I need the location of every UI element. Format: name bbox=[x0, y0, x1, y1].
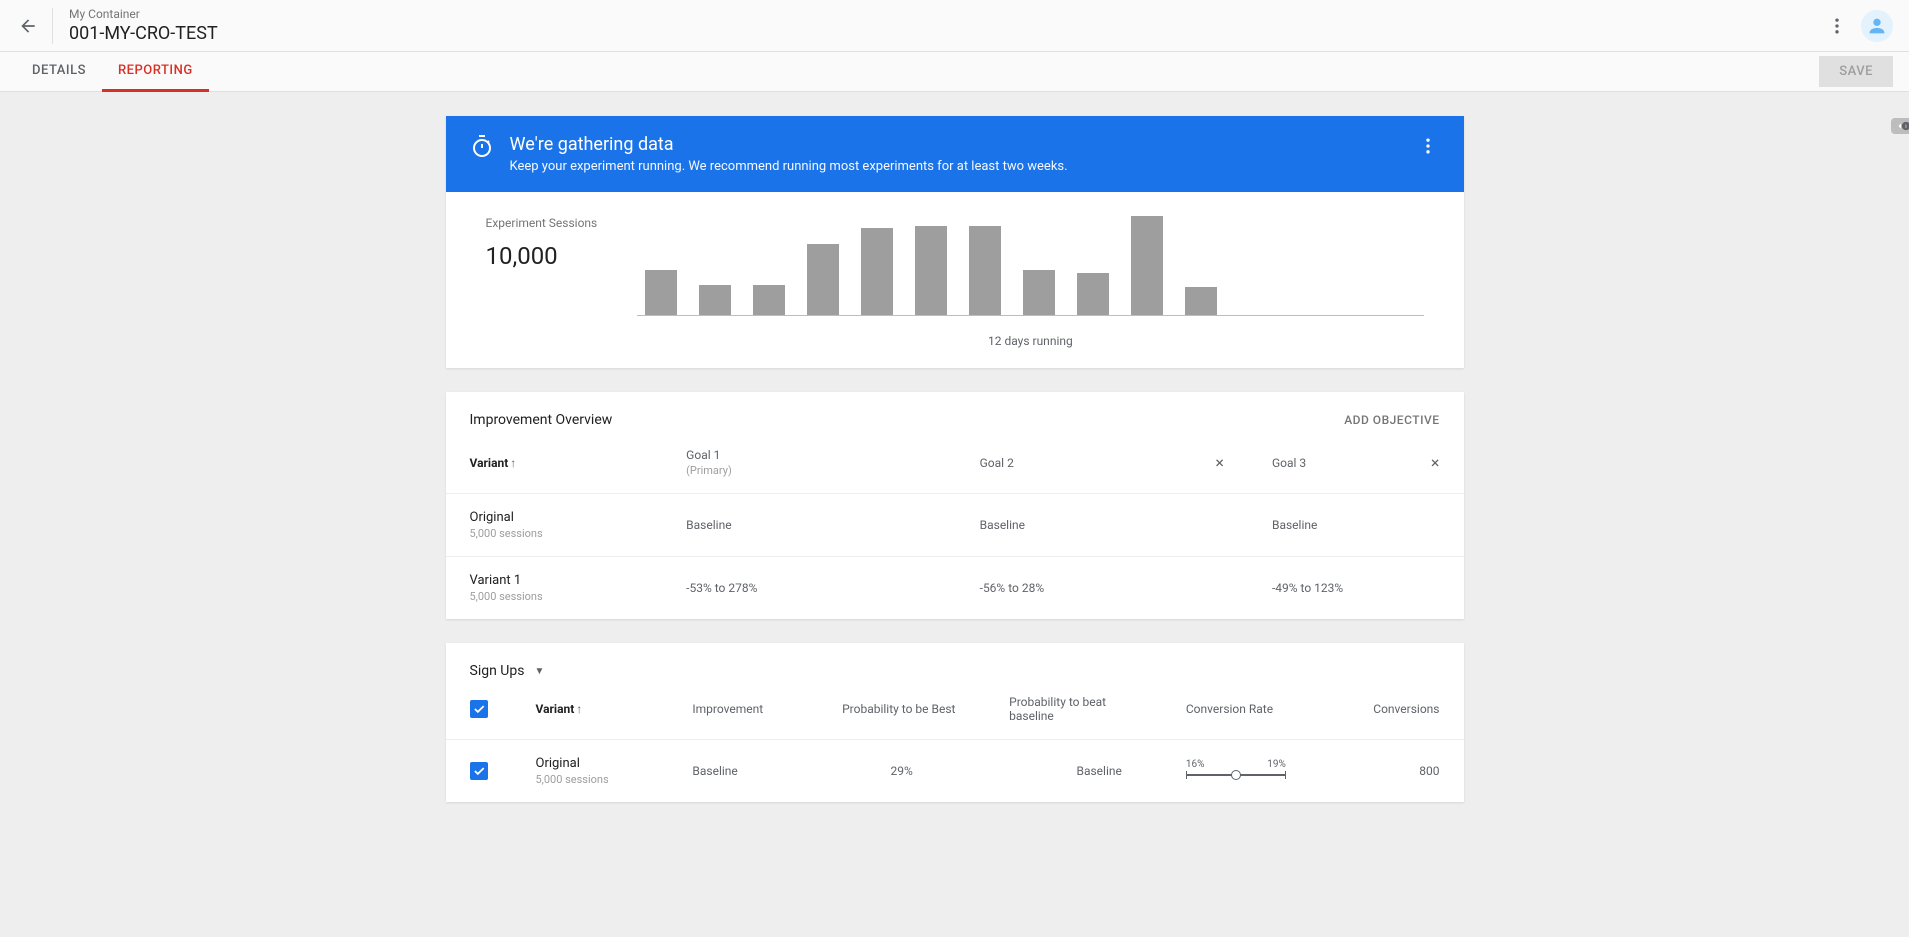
chevron-down-icon: ▼ bbox=[534, 666, 544, 677]
goal1-value: Baseline bbox=[662, 494, 955, 557]
avatar[interactable] bbox=[1861, 10, 1893, 42]
table-row: Original5,000 sessionsBaselineBaselineBa… bbox=[446, 494, 1464, 557]
header-titles: My Container 001-MY-CRO-TEST bbox=[69, 7, 1825, 44]
variant-name: Original bbox=[470, 510, 514, 525]
tab-details[interactable]: DETAILS bbox=[16, 52, 102, 92]
overview-col-goal3[interactable]: Goal 3 bbox=[1272, 456, 1306, 470]
experiment-title: 001-MY-CRO-TEST bbox=[69, 23, 1825, 44]
overview-title: Improvement Overview bbox=[470, 412, 1345, 428]
app-header: My Container 001-MY-CRO-TEST bbox=[0, 0, 1909, 52]
back-arrow-icon[interactable] bbox=[16, 14, 40, 38]
chart-bar bbox=[1185, 287, 1217, 315]
prob-baseline-value: Baseline bbox=[985, 740, 1162, 803]
banner-more-icon[interactable] bbox=[1416, 134, 1440, 158]
conversions-value: 800 bbox=[1342, 740, 1464, 803]
banner-subtitle: Keep your experiment running. We recomme… bbox=[510, 159, 1400, 174]
signups-col-conversions[interactable]: Conversions bbox=[1373, 702, 1439, 716]
remove-goal3-icon[interactable]: × bbox=[1431, 453, 1440, 472]
variant-sessions: 5,000 sessions bbox=[470, 527, 639, 540]
chart-bar bbox=[645, 270, 677, 315]
conversion-rate-range: 16%19% bbox=[1162, 740, 1342, 803]
table-row: Original 5,000 sessions Baseline29%Baselin… bbox=[446, 740, 1464, 803]
chart-bar bbox=[915, 226, 947, 315]
status-banner: We're gathering data Keep your experimen… bbox=[446, 116, 1464, 192]
save-button[interactable]: SAVE bbox=[1819, 56, 1893, 87]
goal1-value: -53% to 278% bbox=[662, 557, 955, 620]
signups-card: Sign Ups ▼ Variant↑ Improvement Probabil… bbox=[446, 643, 1464, 802]
signups-col-prob-baseline[interactable]: Probability to beat baseline bbox=[1009, 695, 1106, 723]
select-all-checkbox[interactable] bbox=[470, 700, 488, 718]
chart-bar bbox=[1077, 273, 1109, 315]
sessions-card: We're gathering data Keep your experimen… bbox=[446, 116, 1464, 368]
tab-bar: DETAILS REPORTING SAVE bbox=[0, 52, 1909, 92]
signups-col-improvement[interactable]: Improvement bbox=[692, 702, 763, 716]
sessions-label: Experiment Sessions bbox=[486, 216, 598, 230]
overview-col-goal1[interactable]: Goal 1 bbox=[686, 448, 720, 462]
prob-best-value: 29% bbox=[818, 740, 985, 803]
variant-name: Original bbox=[536, 756, 580, 771]
sort-up-icon: ↑ bbox=[510, 456, 516, 470]
sessions-value: 10,000 bbox=[486, 242, 598, 270]
more-icon[interactable] bbox=[1825, 14, 1849, 38]
chart-bar bbox=[1023, 270, 1055, 315]
overview-col-variant[interactable]: Variant bbox=[470, 456, 509, 470]
variant-sessions: 5,000 sessions bbox=[470, 590, 639, 603]
stopwatch-icon bbox=[470, 134, 494, 158]
chart-bar bbox=[861, 228, 893, 315]
table-row: Variant 1 5,000 sessions -53% to 278%-56% … bbox=[446, 557, 1464, 620]
signups-title: Sign Ups bbox=[470, 663, 525, 679]
signups-col-variant[interactable]: Variant bbox=[536, 702, 575, 716]
signups-dropdown[interactable]: Sign Ups ▼ bbox=[446, 643, 1464, 687]
chart-bar bbox=[753, 285, 785, 315]
sort-up-icon: ↑ bbox=[576, 702, 582, 716]
row-checkbox[interactable] bbox=[470, 762, 488, 780]
header-divider bbox=[52, 8, 53, 44]
variant-sessions: 5,000 sessions bbox=[536, 773, 645, 786]
add-objective-button[interactable]: ADD OBJECTIVE bbox=[1344, 413, 1439, 427]
overview-col-goal1-sub: (Primary) bbox=[686, 464, 931, 477]
chart-bar bbox=[807, 244, 839, 315]
tab-reporting[interactable]: REPORTING bbox=[102, 52, 209, 92]
improvement-value: Baseline bbox=[668, 740, 818, 803]
chart-caption: 12 days running bbox=[637, 334, 1423, 348]
variant-name: Variant 1 bbox=[470, 573, 522, 588]
chart-bar bbox=[969, 226, 1001, 315]
chart-bar bbox=[699, 285, 731, 315]
container-label: My Container bbox=[69, 7, 1825, 21]
goal3-value: Baseline bbox=[1248, 494, 1407, 557]
banner-title: We're gathering data bbox=[510, 134, 1400, 155]
signups-col-prob-best[interactable]: Probability to be Best bbox=[842, 702, 955, 716]
info-drawer-toggle[interactable]: i bbox=[1891, 118, 1909, 134]
goal2-value: -56% to 28% bbox=[956, 557, 1192, 620]
goal2-value: Baseline bbox=[956, 494, 1192, 557]
remove-goal2-icon[interactable]: × bbox=[1215, 453, 1224, 472]
improvement-overview-card: Improvement Overview ADD OBJECTIVE Varia… bbox=[446, 392, 1464, 619]
goal3-value: -49% to 123% bbox=[1248, 557, 1407, 620]
signups-col-conv-rate[interactable]: Conversion Rate bbox=[1186, 702, 1273, 716]
overview-col-goal2[interactable]: Goal 2 bbox=[980, 456, 1014, 470]
sessions-bar-chart bbox=[637, 216, 1423, 316]
chart-bar bbox=[1131, 216, 1163, 315]
